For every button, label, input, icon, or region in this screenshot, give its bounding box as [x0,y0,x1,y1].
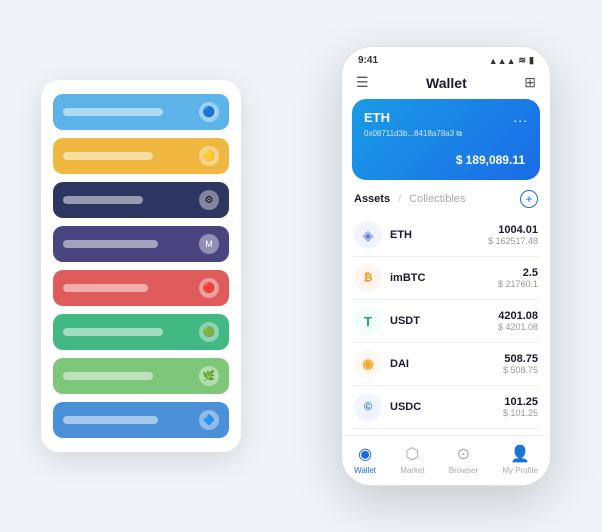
imbtc-icon: ₿ [354,264,382,292]
assets-tabs: Assets / Collectibles [354,193,465,205]
list-item[interactable]: 🔵 [53,94,229,130]
battery-icon: ▮ [529,55,534,66]
menu-icon[interactable]: ☰ [356,74,369,91]
add-asset-button[interactable]: + [520,190,538,208]
browser-nav-icon: ⊙ [457,444,470,464]
nav-market[interactable]: ⬡ Market [400,444,424,475]
phone-header: ☰ Wallet ⊞ [342,70,550,99]
eth-card[interactable]: ETH ... 0x08711d3b...8418a78a3 ⧉ $189,08… [352,99,540,180]
asset-item-usdc[interactable]: © USDC 101.25 $ 101.25 [352,386,540,429]
asset-name-usdc: USDC [390,401,503,413]
scan-icon[interactable]: ⊞ [524,74,536,91]
assets-header: Assets / Collectibles + [342,190,550,214]
asset-item-imbtc[interactable]: ₿ imBTC 2.5 $ 21760.1 [352,257,540,300]
wifi-icon: ≋ [519,55,527,66]
asset-name-eth: ETH [390,229,488,241]
list-item[interactable]: 🔴 [53,270,229,306]
nav-profile-label: My Profile [502,466,538,475]
status-time: 9:41 [358,55,378,66]
tab-collectibles[interactable]: Collectibles [409,193,465,205]
eth-card-balance: $189,089.11 [364,147,528,170]
list-item[interactable]: 🌿 [53,358,229,394]
nav-browser-label: Browser [449,466,478,475]
eth-card-address: 0x08711d3b...8418a78a3 ⧉ [364,129,528,139]
nav-wallet-label: Wallet [354,466,376,475]
asset-values-usdc: 101.25 $ 101.25 [503,396,538,418]
usdt-icon: T [354,307,382,335]
asset-item-eth[interactable]: ◈ ETH 1004.01 $ 162517.48 [352,214,540,257]
eth-card-menu[interactable]: ... [513,109,528,125]
scene: 🔵 🟡 ⚙ M 🔴 🟢 🌿 🔷 [21,16,581,516]
usdc-icon: © [354,393,382,421]
copy-icon[interactable]: ⧉ [456,129,462,138]
status-bar: 9:41 ▲▲▲ ≋ ▮ [342,47,550,70]
eth-card-name: ETH [364,110,390,125]
asset-values-dai: 508.75 $ 508.75 [503,353,538,375]
tab-assets[interactable]: Assets [354,193,390,205]
asset-name-usdt: USDT [390,315,498,327]
profile-nav-icon: 👤 [510,444,530,464]
nav-wallet[interactable]: ◉ Wallet [354,444,376,475]
nav-profile[interactable]: 👤 My Profile [502,444,538,475]
signal-icon: ▲▲▲ [489,56,516,66]
nav-market-label: Market [400,466,424,475]
asset-item-dai[interactable]: ◉ DAI 508.75 $ 508.75 [352,343,540,386]
list-item[interactable]: 🟢 [53,314,229,350]
status-icons: ▲▲▲ ≋ ▮ [489,55,534,66]
phone-frame: 9:41 ▲▲▲ ≋ ▮ ☰ Wallet ⊞ ETH ... 0x08711d… [341,46,551,486]
asset-name-dai: DAI [390,358,503,370]
market-nav-icon: ⬡ [405,444,419,464]
asset-values-eth: 1004.01 $ 162517.48 [488,224,538,246]
card-stack: 🔵 🟡 ⚙ M 🔴 🟢 🌿 🔷 [41,80,241,452]
eth-card-header: ETH ... [364,109,528,125]
page-title: Wallet [426,75,467,91]
asset-list: ◈ ETH 1004.01 $ 162517.48 ₿ imBTC 2.5 $ … [342,214,550,435]
dai-icon: ◉ [354,350,382,378]
wallet-nav-icon: ◉ [358,444,372,464]
nav-browser[interactable]: ⊙ Browser [449,444,478,475]
asset-item-usdt[interactable]: T USDT 4201.08 $ 4201.08 [352,300,540,343]
list-item[interactable]: 🟡 [53,138,229,174]
asset-name-imbtc: imBTC [390,272,498,284]
list-item[interactable]: M [53,226,229,262]
asset-values-usdt: 4201.08 $ 4201.08 [498,310,538,332]
bottom-nav: ◉ Wallet ⬡ Market ⊙ Browser 👤 My Profile [342,435,550,485]
list-item[interactable]: ⚙ [53,182,229,218]
asset-values-imbtc: 2.5 $ 21760.1 [498,267,538,289]
tab-divider: / [398,193,401,205]
list-item[interactable]: 🔷 [53,402,229,438]
eth-icon: ◈ [354,221,382,249]
